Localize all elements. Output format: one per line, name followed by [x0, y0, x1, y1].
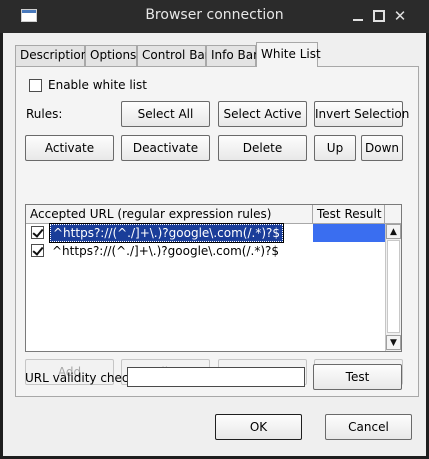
url-validity-input[interactable]: [127, 367, 305, 387]
enable-white-list-label: Enable white list: [48, 78, 147, 92]
scroll-up-icon[interactable]: ▲: [386, 224, 401, 239]
select-all-button[interactable]: Select All: [121, 101, 210, 127]
table-header: Accepted URL (regular expression rules) …: [26, 205, 401, 224]
down-button[interactable]: Down: [361, 135, 403, 161]
table-row[interactable]: ^https?://(^./]+\.)?google\.com(/.*)?$: [26, 242, 384, 260]
table-vertical-scrollbar[interactable]: ▲ ▼: [385, 224, 401, 351]
column-accepted-url[interactable]: Accepted URL (regular expression rules): [26, 205, 313, 223]
test-button[interactable]: Test: [313, 364, 402, 390]
deactivate-button[interactable]: Deactivate: [121, 135, 210, 161]
select-active-button[interactable]: Select Active: [218, 101, 307, 127]
title-bar: Browser connection ✕: [0, 0, 429, 33]
row-test-result: [313, 224, 385, 242]
close-button[interactable]: ✕: [393, 9, 407, 24]
minimize-button[interactable]: [351, 9, 365, 23]
tab-description[interactable]: Description: [15, 45, 88, 66]
up-button[interactable]: Up: [314, 135, 356, 161]
table-row[interactable]: ^https?://(^./]+\.)?google\.com(/.*)?$: [26, 223, 385, 243]
invert-selection-button[interactable]: Invert Selection: [314, 101, 409, 127]
delete-button[interactable]: Delete: [218, 135, 307, 161]
cancel-button[interactable]: Cancel: [325, 414, 412, 440]
tab-options[interactable]: Options: [85, 45, 137, 66]
tab-white-list[interactable]: White List: [256, 42, 321, 67]
dialog-body: Description Options Control Bar Info Bar…: [3, 33, 426, 456]
enable-white-list-checkbox[interactable]: [29, 79, 42, 92]
white-list-panel: Enable white list Rules: Select All Sele…: [15, 66, 419, 397]
row-active-checkbox[interactable]: [31, 244, 44, 257]
column-test-result[interactable]: Test Result: [313, 205, 385, 223]
row-active-checkbox[interactable]: [31, 226, 44, 239]
tab-info-bar[interactable]: Info Bar: [206, 45, 258, 66]
row-url[interactable]: ^https?://(^./]+\.)?google\.com(/.*)?$: [48, 223, 285, 243]
row-url[interactable]: ^https?://(^./]+\.)?google\.com(/.*)?$: [50, 242, 281, 260]
maximize-button[interactable]: [372, 9, 386, 23]
url-validity-label: URL validity check: [25, 371, 136, 385]
rules-table: Accepted URL (regular expression rules) …: [25, 204, 402, 352]
activate-button[interactable]: Activate: [25, 135, 114, 161]
rules-label: Rules:: [26, 107, 63, 121]
ok-button[interactable]: OK: [215, 414, 302, 440]
scroll-thumb[interactable]: [387, 240, 400, 333]
scroll-down-icon[interactable]: ▼: [386, 335, 401, 350]
tab-control-bar[interactable]: Control Bar: [137, 45, 210, 66]
